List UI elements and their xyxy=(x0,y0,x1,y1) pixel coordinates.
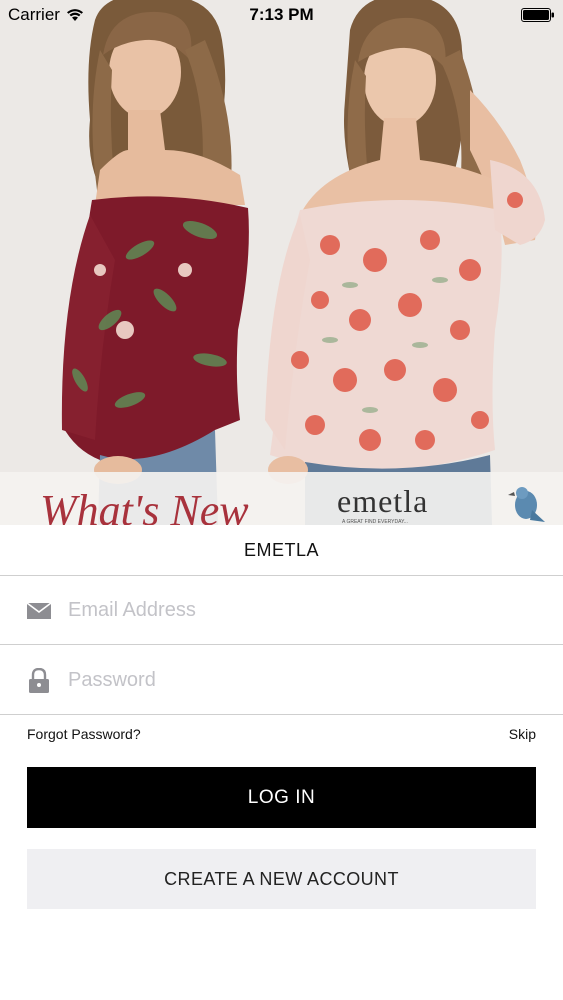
envelope-icon xyxy=(27,602,51,619)
hero-logo-text: emetla xyxy=(337,483,428,519)
hero-image: What's New emetla A GREAT FIND EVERYDAY.… xyxy=(0,0,563,525)
create-account-button[interactable]: CREATE A NEW ACCOUNT xyxy=(27,849,536,909)
email-row xyxy=(0,576,563,645)
login-button[interactable]: LOG IN xyxy=(27,767,536,828)
forgot-password-link[interactable]: Forgot Password? xyxy=(27,726,141,742)
email-field[interactable] xyxy=(68,576,538,644)
skip-link[interactable]: Skip xyxy=(509,726,536,742)
password-field[interactable] xyxy=(68,646,538,714)
hero-illustration: What's New emetla A GREAT FIND EVERYDAY.… xyxy=(0,0,563,525)
status-time: 7:13 PM xyxy=(249,5,314,24)
password-row xyxy=(0,646,563,715)
brand-title: EMETLA xyxy=(0,525,563,576)
banner-whats-new-text: What's New xyxy=(40,486,249,525)
battery-icon xyxy=(521,8,554,22)
lock-icon xyxy=(29,668,49,693)
status-bar: Carrier 7:13 PM xyxy=(0,0,563,30)
